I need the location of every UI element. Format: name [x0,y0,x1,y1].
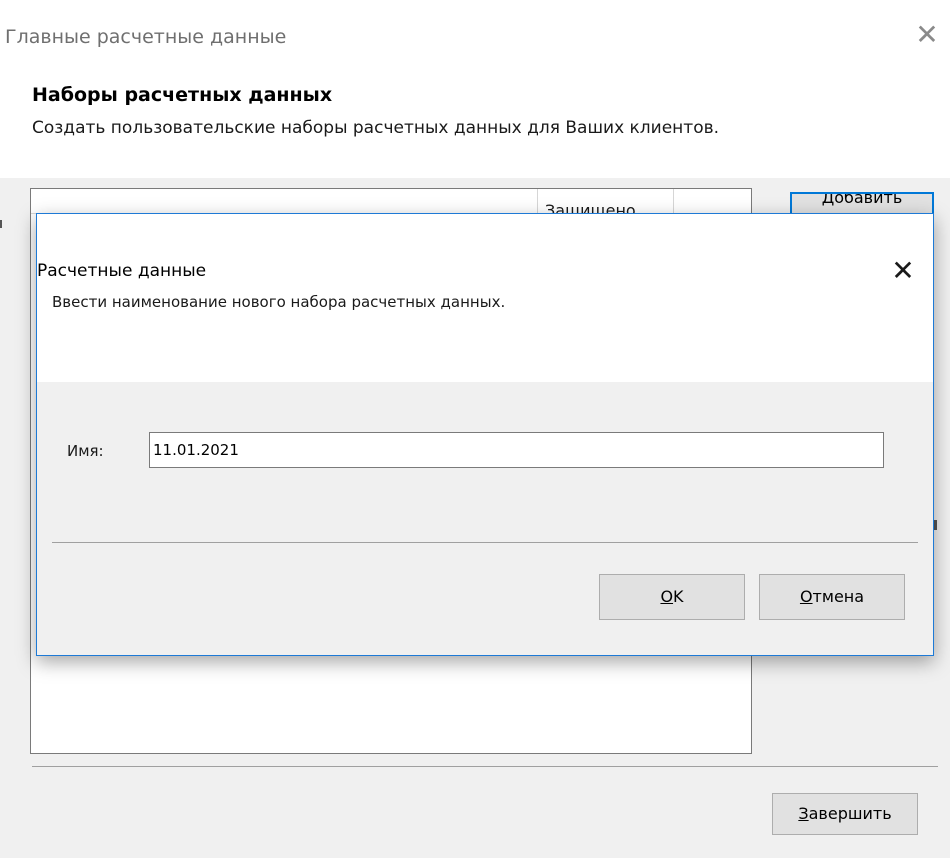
page-heading: Наборы расчетных данных [32,84,333,106]
window-title: Главные расчетные данные [5,26,287,48]
cancel-label: тмена [812,587,865,606]
dialog-header: Расчетные данные ✕ Ввести наименование н… [37,214,933,382]
ok-label: K [673,587,684,606]
name-input[interactable] [149,432,884,468]
finish-button[interactable]: Завершить [772,793,918,835]
column-divider[interactable] [537,189,538,213]
list-header: Защищено [31,189,751,220]
new-data-set-dialog: Расчетные данные ✕ Ввести наименование н… [36,213,934,656]
name-label: Имя: [67,442,104,460]
dialog-close-icon[interactable]: ✕ [887,256,919,288]
column-divider[interactable] [673,189,674,213]
edge-mark [0,220,2,228]
dialog-divider [52,542,918,543]
window-close-icon[interactable]: ✕ [912,20,942,50]
finish-mnemonic: З [798,804,809,823]
dialog-instruction: Ввести наименование нового набора расчет… [52,293,506,311]
add-button-label: Добавить [821,192,903,207]
finish-label: авершить [808,804,892,823]
ok-mnemonic: O [660,587,674,606]
page-description: Создать пользовательские наборы расчетны… [32,118,720,138]
dialog-title: Расчетные данные [37,261,207,281]
edge-mark [934,520,937,530]
cancel-mnemonic: О [799,587,813,606]
cancel-button[interactable]: Отмена [759,574,905,620]
ok-button[interactable]: OK [599,574,745,620]
divider [32,766,938,767]
